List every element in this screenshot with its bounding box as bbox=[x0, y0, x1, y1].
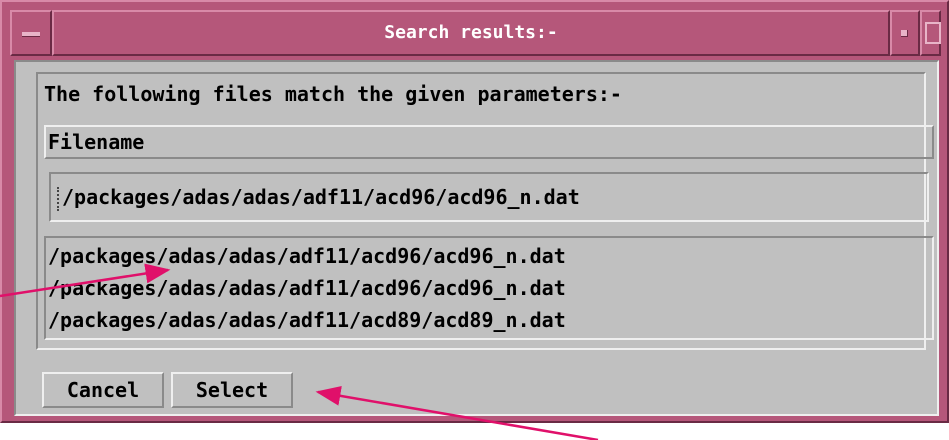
dialog-body: The following files match the given para… bbox=[14, 60, 939, 416]
maximize-icon bbox=[925, 22, 941, 44]
window-menu-icon bbox=[22, 32, 40, 37]
text-cursor bbox=[57, 186, 61, 211]
maximize-button[interactable] bbox=[920, 10, 941, 56]
select-button[interactable]: Select bbox=[171, 372, 293, 408]
title-bar[interactable]: Search results:- bbox=[10, 10, 941, 56]
selected-file-field[interactable]: /packages/adas/adas/adf11/acd96/acd96_n.… bbox=[49, 172, 929, 222]
file-list[interactable]: /packages/adas/adas/adf11/acd96/acd96_n.… bbox=[44, 236, 934, 340]
file-list-item[interactable]: /packages/adas/adas/adf11/acd89/acd89_n.… bbox=[48, 304, 932, 336]
minimize-icon bbox=[901, 30, 908, 37]
window-title: Search results:- bbox=[52, 10, 890, 56]
filename-column-header: Filename bbox=[44, 125, 934, 159]
results-heading: The following files match the given para… bbox=[44, 82, 622, 106]
dialog-window: Search results:- The following files mat… bbox=[0, 0, 949, 423]
file-list-item[interactable]: /packages/adas/adas/adf11/acd96/acd96_n.… bbox=[48, 272, 932, 304]
selected-file-value: /packages/adas/adas/adf11/acd96/acd96_n.… bbox=[62, 185, 580, 209]
file-list-item[interactable]: /packages/adas/adas/adf11/acd96/acd96_n.… bbox=[48, 240, 932, 272]
window-menu-button[interactable] bbox=[10, 10, 52, 56]
minimize-button[interactable] bbox=[890, 10, 920, 56]
cancel-button[interactable]: Cancel bbox=[42, 372, 164, 408]
